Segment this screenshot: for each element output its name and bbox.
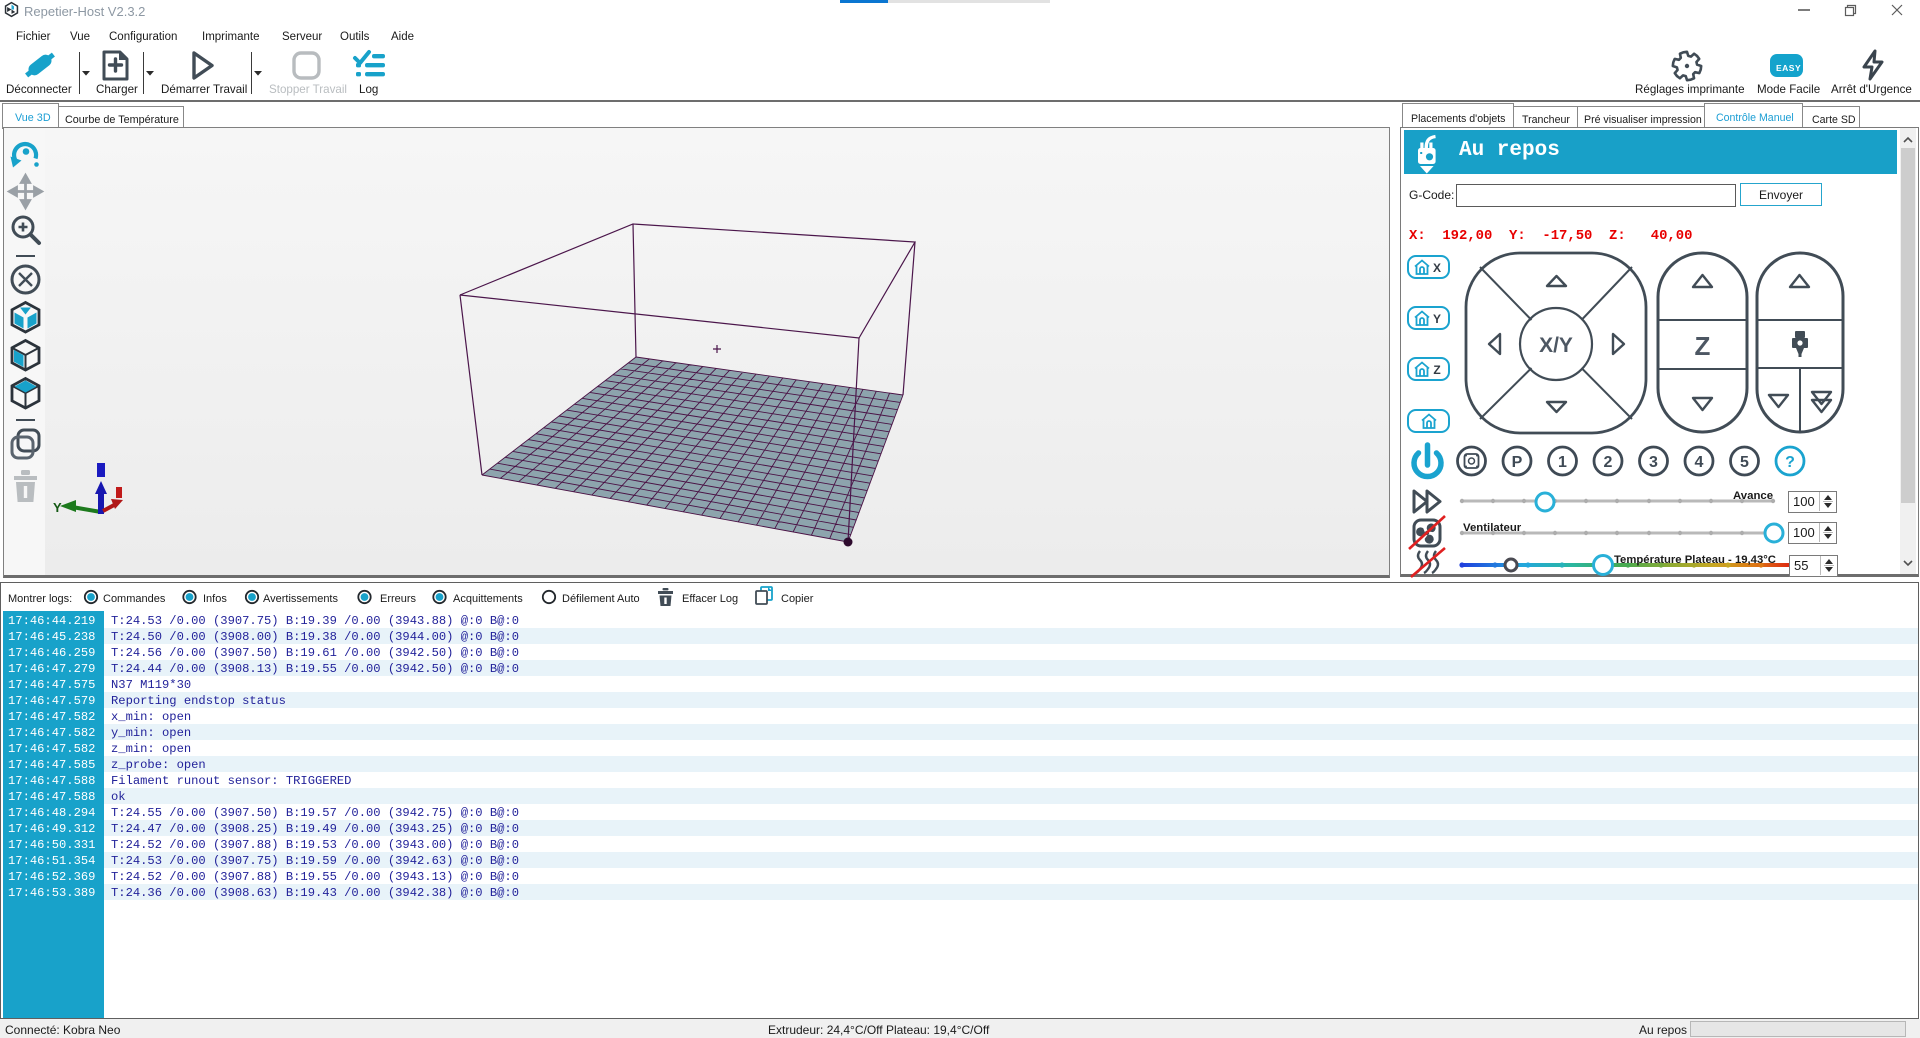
svg-text:X/Y: X/Y: [1539, 334, 1573, 357]
svg-text:?: ?: [1785, 454, 1795, 471]
svg-text:X: X: [1433, 261, 1441, 275]
svg-text:3: 3: [1649, 454, 1658, 471]
svg-text:Y: Y: [1433, 312, 1441, 326]
svg-text:Z: Z: [1695, 331, 1711, 361]
svg-text:2: 2: [1604, 454, 1613, 471]
svg-text:P: P: [1512, 454, 1523, 471]
svg-text:Z: Z: [1433, 363, 1440, 377]
svg-text:Y: Y: [53, 500, 62, 515]
svg-text:4: 4: [1695, 454, 1704, 471]
svg-text:5: 5: [1740, 454, 1749, 471]
svg-text:1: 1: [1558, 454, 1567, 471]
